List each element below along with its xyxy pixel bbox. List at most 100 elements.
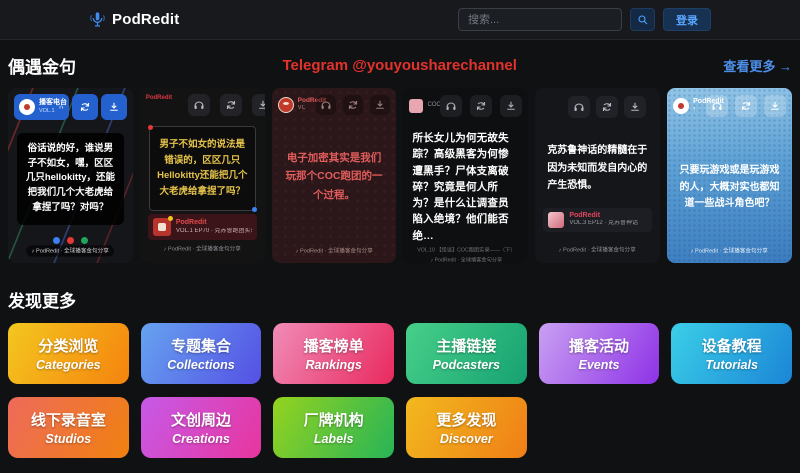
discover-zh: 播客活动 [568, 338, 629, 355]
discover-zh: 线下录音室 [30, 412, 106, 429]
quote-card-2[interactable]: PodRedit 男子不如女的说法是错误的，区区几只Hellokitty还能把几… [139, 88, 265, 263]
refresh-button[interactable] [596, 96, 619, 118]
corner-dot [251, 206, 257, 212]
discover-creations[interactable]: 文创周边 Creations [140, 397, 262, 458]
discover-categories[interactable]: 分类浏览 Categories [8, 323, 129, 384]
refresh-icon [79, 101, 91, 113]
discover-zh: 文创周边 [170, 412, 231, 429]
watermark-text: Telegram @youyousharechannel [282, 57, 517, 74]
quote-card-4[interactable]: COC跑团 所长女儿为何无故失踪？高级黑客为何惨遭黑手？尸体支离破碎？究竟是何人… [403, 88, 529, 263]
headphones-icon [445, 100, 457, 112]
card-footer: VOL.10 【怪谈】COC跑团实录——（下） ♪ PodRedit · 全球播… [405, 244, 528, 263]
quote-text: 俗话说的好，谁说男子不如女，嘿，区区几只hellokitty，还能把我们几个大老… [17, 133, 124, 225]
card-footer: ♪ PodRedit · 全球播客金句分享 [295, 248, 373, 255]
podcast-name: PodRedit [175, 219, 207, 227]
refresh-button[interactable] [220, 94, 243, 116]
search-button[interactable] [630, 8, 655, 31]
download-icon [374, 99, 386, 111]
discover-studios[interactable]: 线下录音室 Studios [8, 397, 129, 458]
listen-button[interactable] [568, 96, 591, 118]
discover-events[interactable]: 播客活动 Events [538, 323, 660, 384]
podcast-avatar [19, 99, 35, 115]
app-logo[interactable]: PodRedit [89, 11, 179, 28]
headphones-icon [59, 101, 64, 113]
refresh-icon [740, 100, 752, 112]
discover-tutorials[interactable]: 设备教程 Tutorials [671, 323, 792, 384]
podcast-name: PodRedit [569, 211, 601, 219]
listen-button[interactable] [440, 95, 463, 117]
discover-collections[interactable]: 专题集合 Collections [140, 323, 262, 384]
card-label: PodRedit [145, 95, 173, 101]
discover-en: Studios [45, 432, 92, 446]
podcast-avatar [277, 97, 294, 113]
discover-zh: 厂牌机构 [303, 412, 364, 429]
card-footer: ♪ PodRedit · 全球播客金句分享 [26, 244, 115, 257]
download-icon [257, 99, 264, 111]
discover-en: Tutorials [705, 358, 758, 372]
download-button[interactable] [500, 95, 523, 117]
quotes-section: 偶遇金句 Telegram @youyousharechannel 查看更多 →… [8, 53, 792, 263]
discover-en: Discover [439, 432, 493, 446]
discover-more[interactable]: 更多发现 Discover [405, 397, 527, 458]
podcast-name: COC跑团 [427, 102, 452, 110]
headphones-icon [193, 99, 205, 111]
refresh-icon [225, 99, 237, 111]
header: PodRedit 登录 [0, 0, 800, 40]
refresh-button[interactable] [343, 95, 364, 115]
card-footer: ♪ PodRedit · 全球播客金句分享 [690, 248, 769, 255]
podcast-mic-icon [89, 11, 106, 28]
discover-podcasters[interactable]: 主播链接 Podcasters [405, 323, 527, 384]
download-button[interactable] [370, 95, 391, 115]
corner-dot [147, 125, 153, 130]
discover-en: Rankings [305, 358, 362, 372]
quote-cards: 播客电台 VOL.1 · 金句分享 俗话说的好，谁说男子不如女，嘿，区区几只he… [8, 88, 792, 263]
brand-line: ♪ PodRedit · 全球播客金句分享 [430, 257, 502, 263]
card-footer: ♪ PodRedit · 全球播客金句分享 [559, 247, 637, 254]
download-icon [505, 100, 517, 112]
search-input[interactable] [458, 8, 622, 31]
refresh-icon [475, 100, 487, 112]
discover-zh: 播客榜单 [303, 338, 364, 355]
search-icon [637, 14, 649, 26]
episode-bar[interactable]: PodRedit VOL.3 EP12 · 克苏鲁神话 [543, 207, 653, 232]
episode-title: VOL.1 EP70 · 克苏鲁跑团实录 [175, 227, 252, 234]
quote-card-5[interactable]: 克苏鲁神话的精髓在于因为未知而发自内心的产生恐惧。 PodRedit VOL.3… [535, 88, 661, 263]
podcast-chip[interactable]: 播客电台 VOL.1 · 金句分享 [14, 94, 69, 120]
download-button[interactable] [252, 94, 265, 116]
download-button[interactable] [624, 96, 647, 118]
card-footer: ♪ PodRedit · 全球播客金句分享 [163, 246, 241, 253]
quotes-heading: 偶遇金句 [8, 58, 76, 77]
quote-card-3[interactable]: PodRedit VOL.2 · 金句 电子加密其实是我们玩那个COC跑团的一个… [271, 88, 397, 263]
view-more-link[interactable]: 查看更多 → [723, 56, 792, 75]
discover-labels[interactable]: 厂牌机构 Labels [273, 397, 394, 458]
quote-card-1[interactable]: 播客电台 VOL.1 · 金句分享 俗话说的好，谁说男子不如女，嘿，区区几只he… [8, 88, 133, 263]
episode-title: VOL.3 EP12 · 克苏鲁神话 [569, 220, 638, 227]
podcast-sub: VOL.1 · 金句分享 [39, 107, 55, 114]
refresh-button[interactable] [71, 94, 98, 120]
refresh-icon [347, 99, 359, 111]
login-button[interactable]: 登录 [663, 8, 711, 31]
episode-bar[interactable]: PodRedit VOL.1 EP70 · 克苏鲁跑团实录 [147, 214, 257, 241]
discover-zh: 专题集合 [170, 338, 231, 355]
app-title: PodRedit [112, 11, 180, 28]
discover-en: Labels [313, 432, 354, 446]
discover-section: 发现更多 分类浏览 Categories 专题集合 Collections 播客… [8, 287, 792, 458]
listen-button[interactable] [188, 94, 211, 116]
discover-zh: 主播链接 [436, 338, 497, 355]
podcast-name: 播客电台 [39, 99, 67, 107]
download-button[interactable] [763, 95, 786, 117]
listen-button[interactable] [705, 95, 728, 117]
podcast-name: PodRedit [297, 97, 327, 105]
download-button[interactable] [100, 94, 127, 120]
refresh-button[interactable] [470, 95, 493, 117]
discover-rankings[interactable]: 播客榜单 Rankings [273, 323, 394, 384]
discover-zh: 更多发现 [436, 412, 497, 429]
podcast-avatar [673, 98, 690, 114]
podcast-sub: 怪谈 · 金句 [693, 107, 695, 115]
listen-button[interactable] [316, 95, 337, 115]
quote-card-6[interactable]: PodRedit 怪谈 · 金句 只要玩游戏或是玩游戏的人，大概对实也都知道一些… [667, 88, 792, 263]
quote-text: 只要玩游戏或是玩游戏的人，大概对实也都知道一些战斗角色吧？ [679, 165, 780, 209]
refresh-button[interactable] [734, 95, 757, 117]
discover-en: Creations [172, 432, 230, 446]
podcast-sub: VOL.2 · 金句 [297, 105, 306, 112]
